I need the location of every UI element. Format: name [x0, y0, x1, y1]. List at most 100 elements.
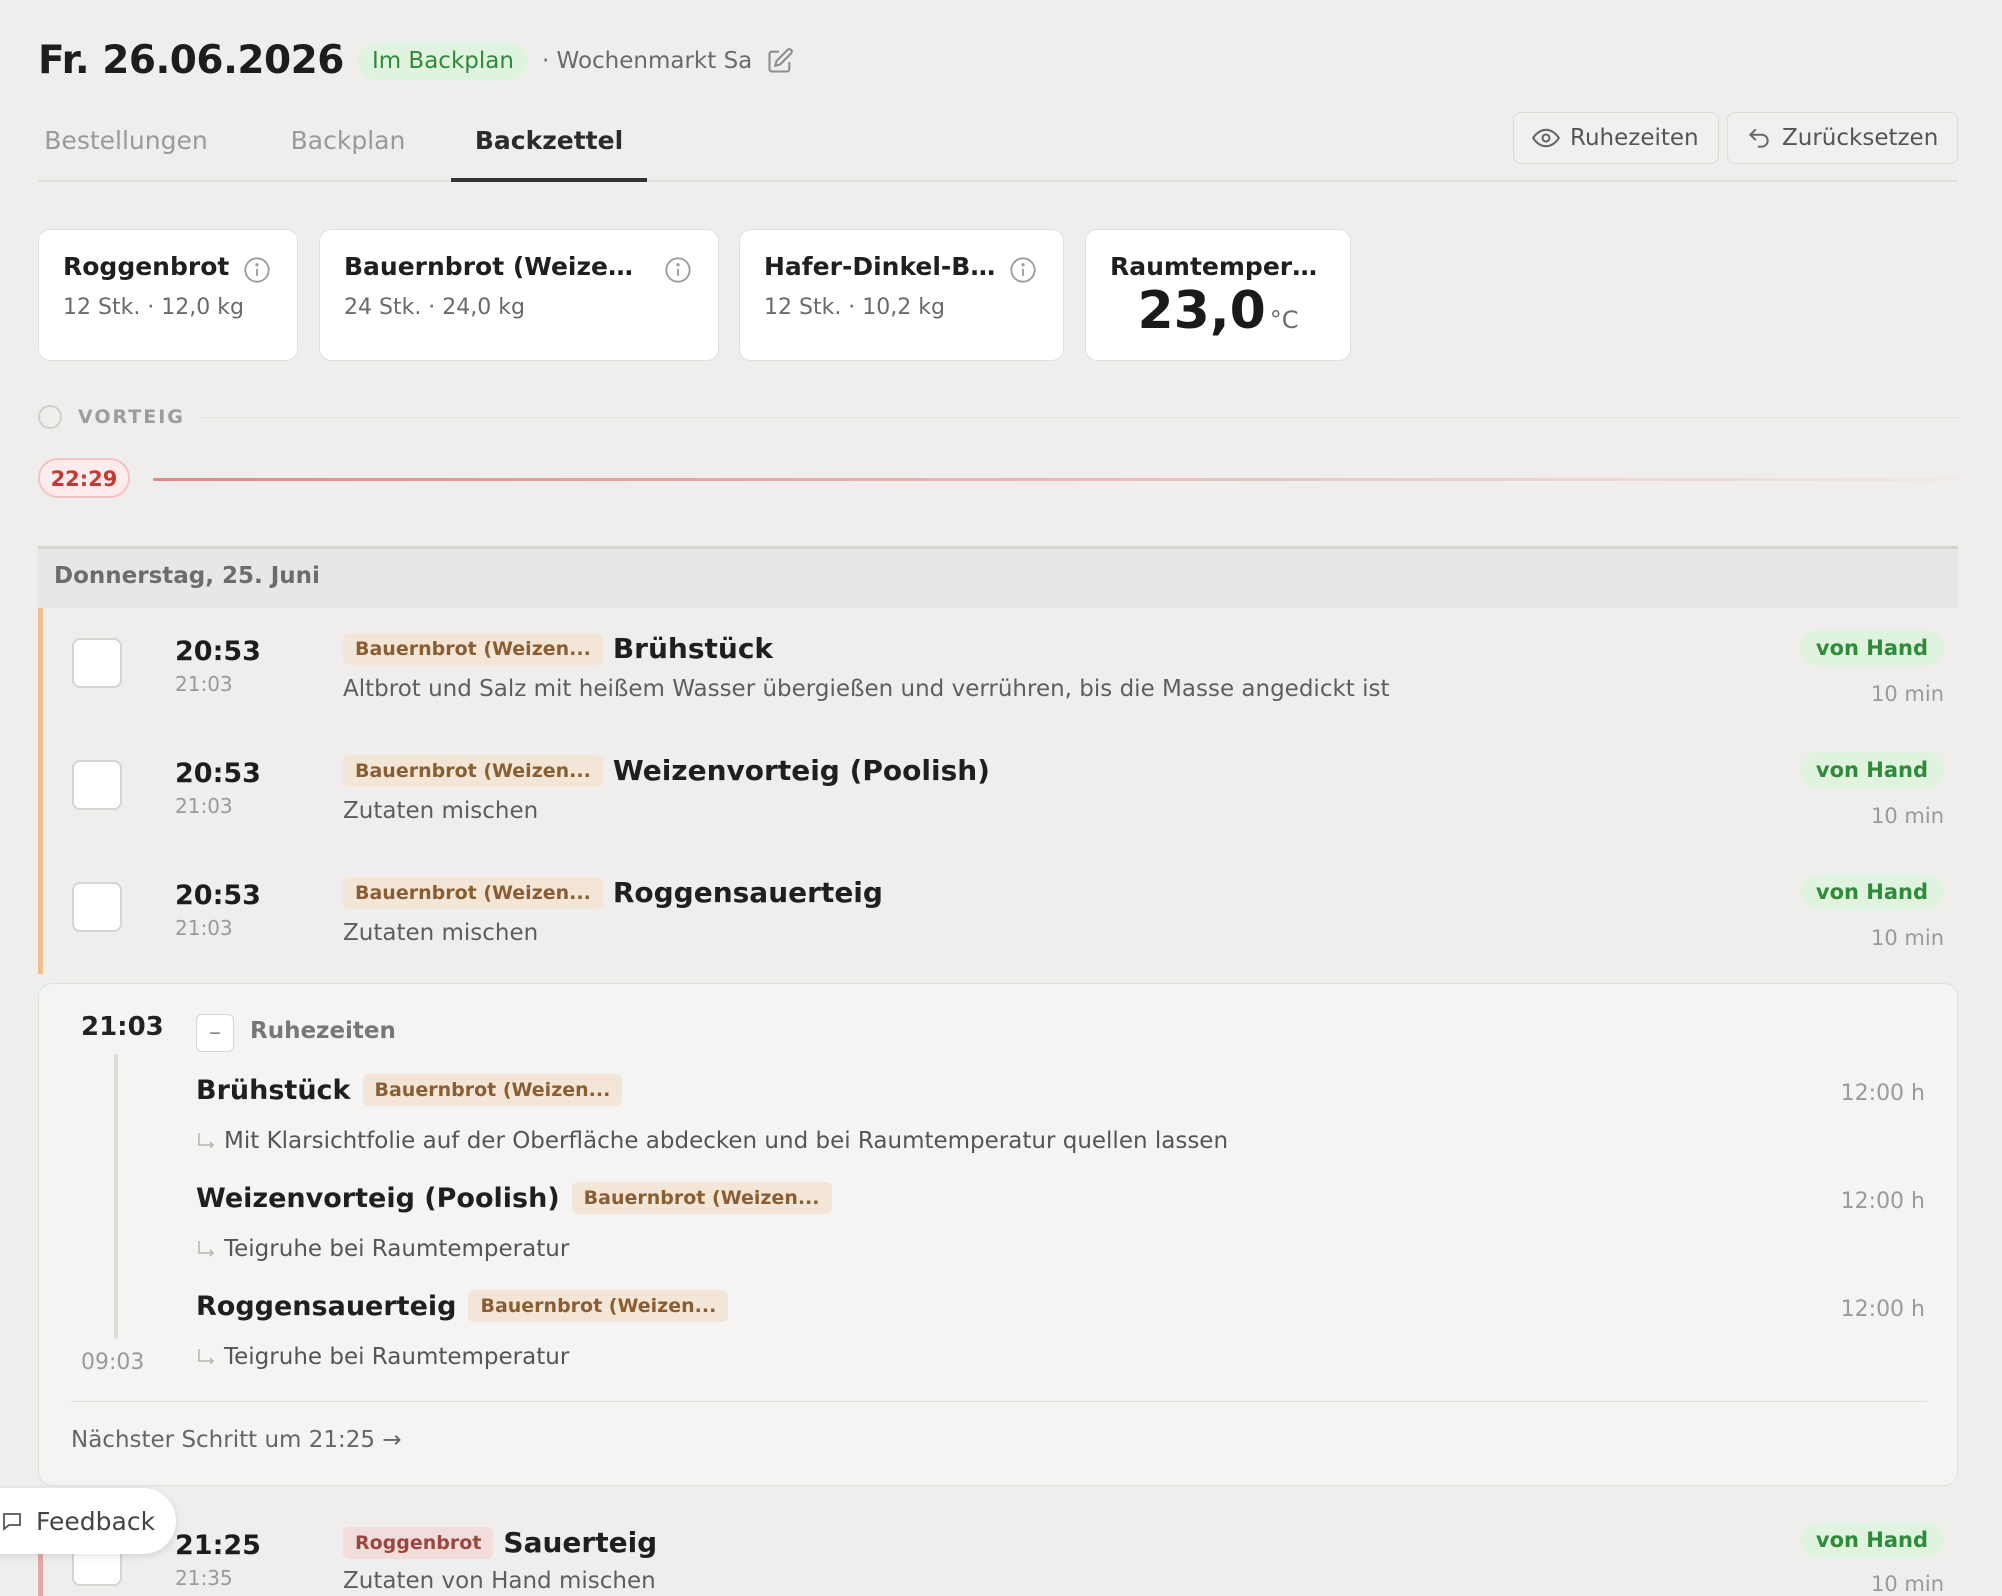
product-summary: 24 Stk. · 24,0 kg [344, 295, 525, 320]
room-temperature-label: Raumtemperatur [1110, 252, 1326, 281]
rest-item-description-text: Teigruhe bei Raumtemperatur [224, 1344, 570, 1370]
step-title: Sauerteig [503, 1526, 658, 1559]
step-end-time: 21:03 [175, 916, 233, 940]
collapse-button[interactable]: – [196, 1014, 234, 1052]
product-tag: Bauernbrot (Weizen... [571, 1182, 832, 1214]
product-card-hafer-dinkel: Hafer-Dinkel-Brot 12 Stk. · 10,2 kg [739, 229, 1064, 361]
edit-icon[interactable] [766, 47, 794, 75]
step-end-time: 21:35 [175, 1566, 233, 1590]
room-temperature-card: Raumtemperatur 23,0°C [1085, 229, 1351, 361]
step-start-time: 20:53 [175, 880, 261, 911]
product-tag: Bauernbrot (Weizen... [362, 1074, 623, 1106]
rest-period-panel: 21:03 09:03 – Ruhezeiten Brühstück Bauer… [38, 983, 1958, 1486]
step-end-time: 21:03 [175, 672, 233, 696]
rest-item-description-text: Teigruhe bei Raumtemperatur [224, 1236, 570, 1262]
product-card-bauernbrot: Bauernbrot (Weizenmi... 24 Stk. · 24,0 k… [319, 229, 719, 361]
step-title: Brühstück [612, 632, 774, 665]
corner-arrow-icon [198, 1241, 215, 1257]
step-description: Zutaten mischen [343, 920, 539, 946]
product-name: Hafer-Dinkel-Brot [764, 252, 1004, 281]
product-name: Roggenbrot [63, 252, 230, 281]
step-duration: 10 min [1871, 804, 1944, 828]
tab-backzettel[interactable]: Backzettel [451, 118, 647, 182]
next-step-link[interactable]: Nächster Schritt um 21:25 → [71, 1427, 402, 1453]
info-icon[interactable] [243, 256, 271, 284]
rest-times-button[interactable]: Ruhezeiten [1513, 112, 1719, 164]
rest-divider [71, 1401, 1927, 1402]
mode-badge: von Hand [1799, 752, 1944, 788]
feedback-label: Feedback [36, 1506, 156, 1536]
tab-bestellungen[interactable]: Bestellungen [40, 118, 212, 178]
section-header-vorteig: VORTEIG [38, 405, 1958, 429]
rest-item-description: Mit Klarsichtfolie auf der Oberfläche ab… [196, 1128, 1228, 1154]
rest-label: Ruhezeiten [250, 1018, 396, 1044]
rest-item: Brühstück Bauernbrot (Weizen... [196, 1074, 623, 1106]
step-description: Zutaten von Hand mischen [343, 1568, 656, 1594]
product-tag: Bauernbrot (Weizen... [343, 876, 603, 909]
step-duration: 10 min [1871, 1572, 1944, 1596]
product-tag: Bauernbrot (Weizen... [343, 632, 603, 665]
section-circle-icon [38, 405, 62, 429]
room-temperature-value: 23,0 [1137, 281, 1266, 341]
mode-badge: von Hand [1799, 874, 1944, 910]
info-icon[interactable] [664, 256, 692, 284]
undo-icon [1748, 128, 1769, 148]
chat-icon [3, 1513, 21, 1531]
rest-item-title: Weizenvorteig (Poolish) [196, 1182, 560, 1214]
rest-item-description-text: Mit Klarsichtfolie auf der Oberfläche ab… [224, 1128, 1229, 1154]
rest-item-title: Roggensauerteig [196, 1290, 457, 1322]
step-row: 20:53 21:03 Bauernbrot (Weizen... Brühst… [38, 608, 1958, 730]
step-duration: 10 min [1871, 682, 1944, 706]
feedback-button[interactable]: Feedback [0, 1488, 176, 1554]
product-tag: Bauernbrot (Weizen... [468, 1290, 729, 1322]
status-badge: Im Backplan [357, 41, 528, 80]
rest-item-description: Teigruhe bei Raumtemperatur [196, 1344, 569, 1370]
step-duration: 10 min [1871, 926, 1944, 950]
page-title: Fr. 26.06.2026 [38, 38, 344, 83]
corner-arrow-icon [198, 1349, 215, 1365]
step-checkbox[interactable] [72, 638, 122, 688]
page-header: Fr. 26.06.2026 Im Backplan · Wochenmarkt… [38, 38, 794, 83]
step-row: 21:25 21:35 Roggenbrot Sauerteig Zutaten… [38, 1500, 1958, 1596]
rest-item-duration: 12:00 h [1840, 1297, 1925, 1322]
rest-timeline-bar [114, 1054, 118, 1339]
product-card-roggenbrot: Roggenbrot 12 Stk. · 12,0 kg [38, 229, 298, 361]
section-label: VORTEIG [78, 406, 185, 428]
corner-arrow-icon [198, 1133, 215, 1149]
current-time-badge: 22:29 [38, 458, 130, 498]
step-checkbox[interactable] [72, 882, 122, 932]
info-icon[interactable] [1009, 256, 1037, 284]
step-end-time: 21:03 [175, 794, 233, 818]
step-description: Altbrot und Salz mit heißem Wasser überg… [343, 676, 1390, 702]
rest-start-time: 21:03 [81, 1012, 164, 1042]
product-summary: 12 Stk. · 10,2 kg [764, 295, 945, 320]
eye-icon [1532, 128, 1560, 148]
product-tag: Roggenbrot [343, 1526, 494, 1559]
room-temperature-unit: °C [1269, 306, 1299, 334]
step-row: 20:53 21:03 Bauernbrot (Weizen... Weizen… [38, 730, 1958, 852]
product-name: Bauernbrot (Weizenmi... [344, 252, 649, 281]
step-start-time: 20:53 [175, 636, 261, 667]
mode-badge: von Hand [1799, 630, 1944, 666]
product-summary: 12 Stk. · 12,0 kg [63, 295, 244, 320]
reset-button[interactable]: Zurücksetzen [1727, 112, 1958, 164]
step-title: Roggensauerteig [612, 876, 883, 909]
rest-item-description: Teigruhe bei Raumtemperatur [196, 1236, 569, 1262]
day-header: Donnerstag, 25. Juni [38, 546, 1958, 608]
rest-times-label: Ruhezeiten [1570, 125, 1699, 151]
market-subtitle: · Wochenmarkt Sa [541, 47, 753, 74]
step-start-time: 21:25 [175, 1530, 261, 1561]
rest-item-title: Brühstück [196, 1074, 351, 1106]
step-description: Zutaten mischen [343, 798, 539, 824]
rest-item-duration: 12:00 h [1840, 1189, 1925, 1214]
rest-item: Roggensauerteig Bauernbrot (Weizen... [196, 1290, 729, 1322]
rest-item-duration: 12:00 h [1840, 1081, 1925, 1106]
rest-item: Weizenvorteig (Poolish) Bauernbrot (Weiz… [196, 1182, 832, 1214]
step-start-time: 20:53 [175, 758, 261, 789]
current-time-line [153, 478, 1958, 481]
step-title: Weizenvorteig (Poolish) [612, 754, 990, 787]
step-checkbox[interactable] [72, 760, 122, 810]
step-row: 20:53 21:03 Bauernbrot (Weizen... Roggen… [38, 852, 1958, 974]
tab-backplan[interactable]: Backplan [288, 118, 408, 178]
mode-badge: von Hand [1799, 1522, 1944, 1558]
